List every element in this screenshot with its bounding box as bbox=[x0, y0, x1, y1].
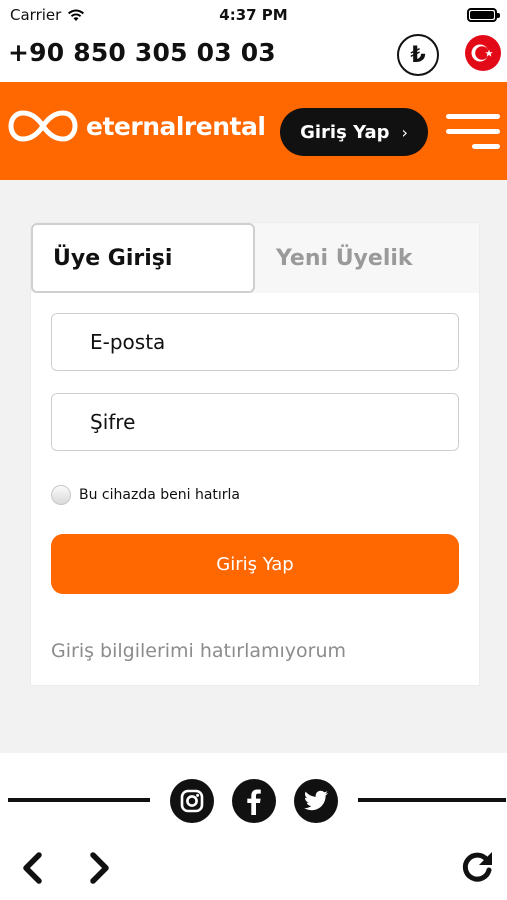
contact-row: +90 850 305 03 03 ₺ bbox=[0, 30, 507, 82]
phone-number[interactable]: +90 850 305 03 03 bbox=[8, 38, 276, 67]
menu-bar-bottom bbox=[472, 144, 500, 149]
battery-icon bbox=[467, 8, 500, 22]
menu-icon[interactable] bbox=[446, 112, 500, 152]
email-field[interactable] bbox=[51, 313, 459, 371]
login-submit-button[interactable]: Giriş Yap bbox=[51, 534, 459, 594]
chevron-right-icon: › bbox=[401, 122, 408, 142]
remember-me[interactable]: Bu cihazda beni hatırla bbox=[51, 485, 240, 505]
password-field[interactable] bbox=[51, 393, 459, 451]
status-time: 4:37 PM bbox=[219, 6, 288, 24]
login-card: Üye Girişi Yeni Üyelik Bu cihazda beni h… bbox=[30, 222, 480, 686]
forward-icon[interactable] bbox=[86, 851, 114, 885]
flag-icon[interactable] bbox=[465, 35, 501, 71]
logo-mark-icon bbox=[8, 110, 78, 142]
remember-me-label: Bu cihazda beni hatırla bbox=[79, 487, 240, 503]
main-content: Üye Girişi Yeni Üyelik Bu cihazda beni h… bbox=[0, 180, 507, 753]
divider-right bbox=[358, 798, 506, 802]
menu-bar-top bbox=[446, 114, 500, 119]
footer bbox=[0, 753, 507, 900]
currency-icon[interactable]: ₺ bbox=[397, 34, 439, 76]
tab-member-login[interactable]: Üye Girişi bbox=[31, 223, 255, 293]
back-icon[interactable] bbox=[18, 851, 46, 885]
status-bar: Carrier 4:37 PM bbox=[0, 0, 507, 30]
reload-icon[interactable] bbox=[458, 849, 496, 887]
twitter-icon[interactable] bbox=[294, 779, 338, 823]
facebook-icon[interactable] bbox=[232, 779, 276, 823]
header-login-button[interactable]: Giriş Yap › bbox=[280, 108, 428, 156]
login-tabs: Üye Girişi Yeni Üyelik bbox=[31, 223, 479, 293]
brand-name: eternalrental bbox=[86, 111, 266, 141]
menu-bar-middle bbox=[446, 129, 500, 134]
brand-logo[interactable]: eternalrental bbox=[8, 106, 266, 146]
remember-me-radio[interactable] bbox=[51, 485, 71, 505]
app-header: eternalrental Giriş Yap › bbox=[0, 82, 507, 180]
header-login-label: Giriş Yap bbox=[300, 121, 390, 143]
divider-left bbox=[8, 798, 150, 802]
forgot-credentials-link[interactable]: Giriş bilgilerimi hatırlamıyorum bbox=[51, 640, 346, 662]
instagram-icon[interactable] bbox=[170, 779, 214, 823]
tab-new-membership[interactable]: Yeni Üyelik bbox=[276, 223, 413, 293]
